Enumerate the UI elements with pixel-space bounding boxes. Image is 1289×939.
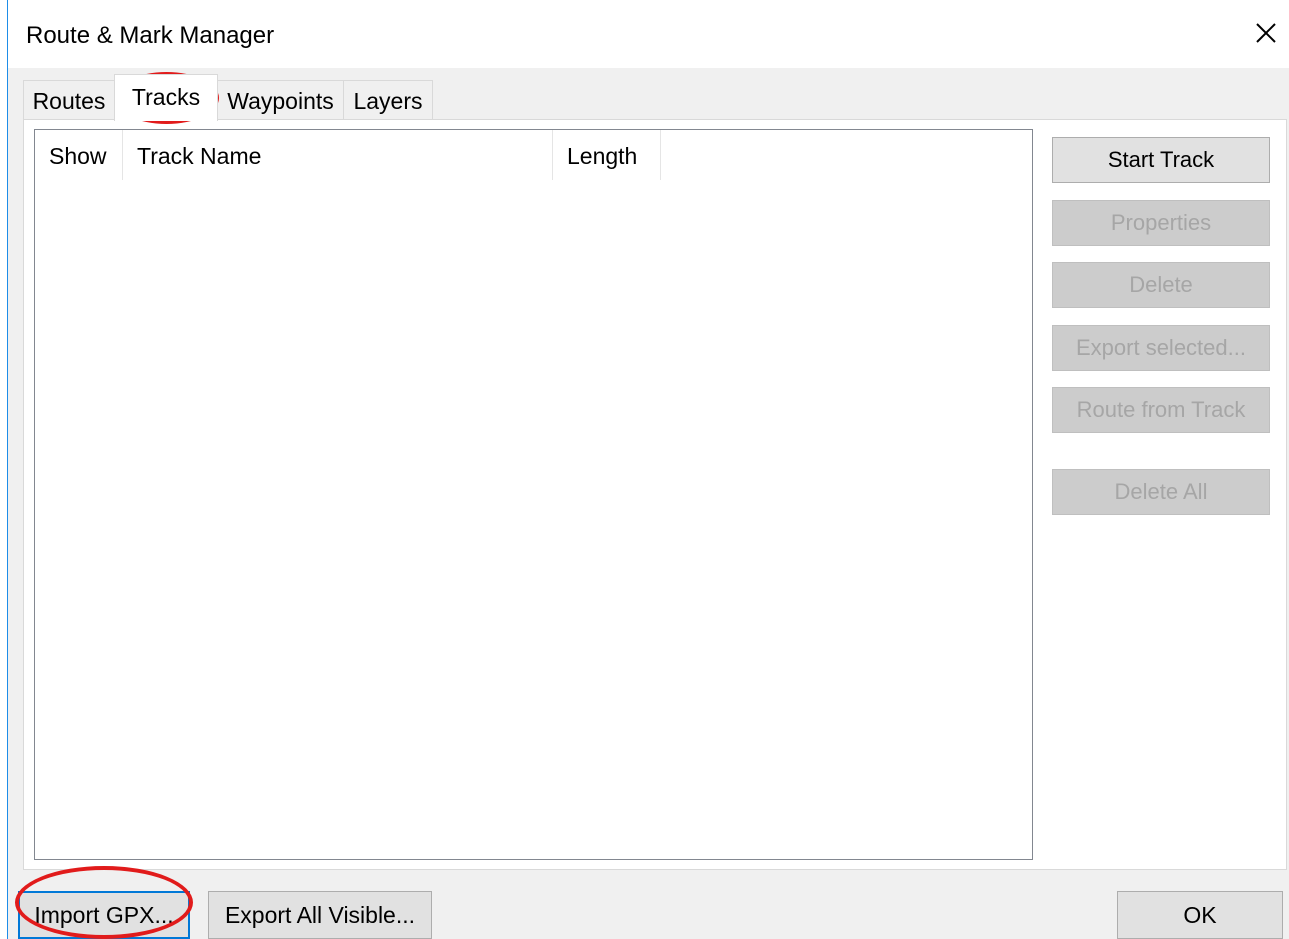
tab-label: Waypoints (227, 88, 334, 114)
export-all-visible-button[interactable]: Export All Visible... (208, 891, 432, 939)
column-header-show[interactable]: Show (35, 130, 123, 180)
column-header-track-name[interactable]: Track Name (123, 130, 553, 180)
tab-layers[interactable]: Layers (343, 80, 433, 120)
import-gpx-button[interactable]: Import GPX... (18, 891, 190, 939)
tab-routes[interactable]: Routes (23, 80, 115, 120)
tab-tracks[interactable]: Tracks (114, 74, 218, 121)
tab-label: Layers (353, 88, 423, 114)
tab-label: Routes (32, 88, 106, 114)
column-header-label: Show (49, 143, 107, 169)
column-header-label: Length (567, 143, 638, 169)
route-mark-manager-dialog: Route & Mark Manager Routes Tracks Waypo… (0, 0, 1289, 939)
ok-button[interactable]: OK (1117, 891, 1283, 939)
close-button[interactable] (1243, 10, 1289, 56)
tab-label: Tracks (131, 84, 201, 110)
column-header-label: Track Name (137, 143, 262, 169)
route-from-track-button[interactable]: Route from Track (1052, 387, 1270, 433)
tracks-tab-panel: Show Track Name Length Start Track Prope… (23, 119, 1287, 870)
window-title: Route & Mark Manager (26, 22, 275, 49)
delete-button[interactable]: Delete (1052, 262, 1270, 308)
start-track-button[interactable]: Start Track (1052, 137, 1270, 183)
export-selected-button[interactable]: Export selected... (1052, 325, 1270, 371)
title-bar: Route & Mark Manager (8, 0, 1289, 68)
tracks-list[interactable]: Show Track Name Length (34, 129, 1033, 860)
properties-button[interactable]: Properties (1052, 200, 1270, 246)
tab-waypoints[interactable]: Waypoints (217, 80, 344, 120)
close-icon (1256, 23, 1276, 43)
column-header-length[interactable]: Length (553, 130, 661, 180)
delete-all-button[interactable]: Delete All (1052, 469, 1270, 515)
window-left-edge (0, 0, 8, 939)
